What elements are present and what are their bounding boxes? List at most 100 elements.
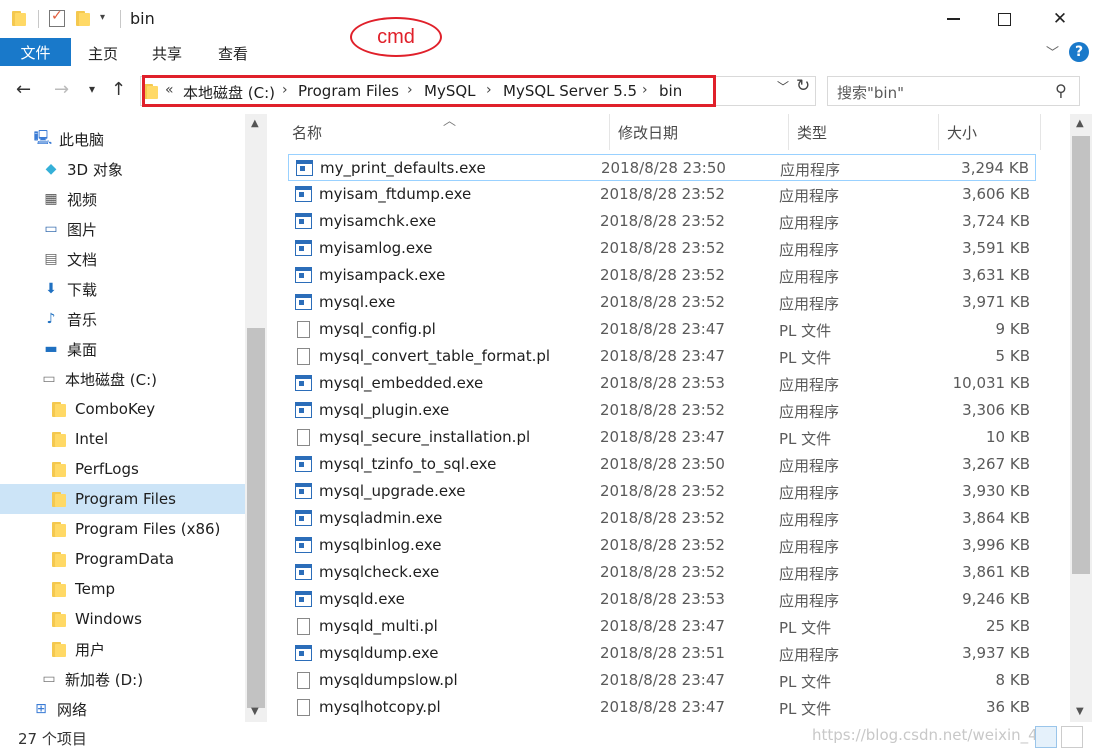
- tab-share[interactable]: 共享: [152, 43, 182, 64]
- file-size: 3,267 KB: [962, 455, 1030, 473]
- file-row[interactable]: mysql_upgrade.exe 2018/8/28 23:52 应用程序 3,93…: [288, 478, 1036, 505]
- file-row[interactable]: mysql.exe 2018/8/28 23:52 应用程序 3,971 KB: [288, 289, 1036, 316]
- scroll-down-icon[interactable]: ▼: [251, 706, 259, 717]
- application-icon: [295, 483, 312, 499]
- file-row[interactable]: mysql_tzinfo_to_sql.exe 2018/8/28 23:50 应用…: [288, 451, 1036, 478]
- large-icons-view-icon[interactable]: [1061, 726, 1083, 748]
- sidebar-item[interactable]: ⬇ 下载: [42, 274, 97, 304]
- folder-icon[interactable]: [12, 10, 28, 28]
- sidebar-item[interactable]: ◆ 3D 对象: [42, 154, 123, 184]
- sidebar-item[interactable]: ▭ 图片: [42, 214, 97, 244]
- file-row[interactable]: myisam_ftdump.exe 2018/8/28 23:52 应用程序 3,60…: [288, 181, 1036, 208]
- file-list-scrollbar[interactable]: ▲ ▼: [1070, 114, 1092, 722]
- scroll-down-icon[interactable]: ▼: [1076, 706, 1084, 717]
- file-date: 2018/8/28 23:52: [600, 212, 725, 230]
- tab-home[interactable]: 主页: [88, 43, 118, 64]
- file-row[interactable]: mysqld.exe 2018/8/28 23:53 应用程序 9,246 KB: [288, 586, 1036, 613]
- file-row[interactable]: mysqladmin.exe 2018/8/28 23:52 应用程序 3,864 K…: [288, 505, 1036, 532]
- properties-icon[interactable]: [49, 8, 65, 27]
- close-button[interactable]: ✕: [1037, 0, 1083, 38]
- sidebar-item[interactable]: ComboKey: [50, 394, 155, 424]
- folder-icon: [50, 520, 68, 538]
- file-row[interactable]: myisamlog.exe 2018/8/28 23:52 应用程序 3,591 KB: [288, 235, 1036, 262]
- file-date: 2018/8/28 23:52: [600, 401, 725, 419]
- file-row[interactable]: mysqldump.exe 2018/8/28 23:51 应用程序 3,937 KB: [288, 640, 1036, 667]
- scrollbar-thumb[interactable]: [247, 328, 265, 708]
- file-name: mysql_config.pl: [319, 320, 436, 338]
- sidebar-item[interactable]: PerfLogs: [50, 454, 139, 484]
- column-date[interactable]: 修改日期: [618, 122, 678, 143]
- sidebar-item[interactable]: Program Files: [0, 484, 245, 514]
- forward-arrow-icon[interactable]: →: [54, 79, 69, 100]
- sidebar-item[interactable]: ⊞ 网络: [32, 694, 87, 722]
- sidebar-item[interactable]: ▤ 文档: [42, 244, 97, 274]
- help-icon[interactable]: ?: [1069, 42, 1089, 62]
- application-icon: [295, 186, 312, 202]
- file-row[interactable]: mysqlcheck.exe 2018/8/28 23:52 应用程序 3,861 K…: [288, 559, 1036, 586]
- tab-file[interactable]: 文件: [0, 38, 71, 66]
- scrollbar-thumb[interactable]: [1072, 136, 1090, 574]
- column-type[interactable]: 类型: [797, 122, 827, 143]
- file-date: 2018/8/28 23:47: [600, 617, 725, 635]
- file-size: 3,631 KB: [962, 266, 1030, 284]
- column-divider[interactable]: [609, 114, 610, 150]
- sidebar-item[interactable]: Intel: [50, 424, 108, 454]
- sidebar-item[interactable]: ♪ 音乐: [42, 304, 97, 334]
- file-date: 2018/8/28 23:52: [600, 563, 725, 581]
- sidebar-item[interactable]: Windows: [50, 604, 142, 634]
- column-name[interactable]: 名称: [292, 122, 322, 143]
- file-row[interactable]: mysql_secure_installation.pl 2018/8/28 23…: [288, 424, 1036, 451]
- search-icon[interactable]: ⚲: [1055, 81, 1067, 100]
- sidebar-item[interactable]: ▭ 新加卷 (D:): [40, 664, 143, 694]
- tab-view[interactable]: 查看: [218, 43, 248, 64]
- expand-ribbon-icon[interactable]: ﹀: [1046, 42, 1059, 61]
- file-row[interactable]: mysqldumpslow.pl 2018/8/28 23:47 PL 文件 8 KB: [288, 667, 1036, 694]
- address-history-chevron-icon[interactable]: ﹀: [777, 78, 789, 95]
- file-icon: [297, 348, 310, 365]
- file-row[interactable]: mysqlbinlog.exe 2018/8/28 23:52 应用程序 3,996 …: [288, 532, 1036, 559]
- file-type: 应用程序: [779, 241, 840, 259]
- minimize-button[interactable]: [930, 0, 976, 38]
- folder-icon: [50, 640, 68, 658]
- application-icon: [295, 294, 312, 310]
- maximize-button[interactable]: [981, 0, 1027, 38]
- column-divider[interactable]: [1040, 114, 1041, 150]
- ribbon: 文件 主页 共享 查看 ﹀ ?: [0, 38, 1093, 68]
- new-folder-icon[interactable]: [76, 10, 92, 28]
- file-row[interactable]: mysql_convert_table_format.pl 2018/8/28 2…: [288, 343, 1036, 370]
- search-input[interactable]: 搜索"bin" ⚲: [827, 76, 1080, 106]
- chevron-down-icon[interactable]: ▾: [100, 12, 105, 23]
- file-row[interactable]: my_print_defaults.exe 2018/8/28 23:50 应用程序…: [288, 154, 1036, 181]
- file-row[interactable]: mysql_config.pl 2018/8/28 23:47 PL 文件 9 KB: [288, 316, 1036, 343]
- file-row[interactable]: myisamchk.exe 2018/8/28 23:52 应用程序 3,724 KB: [288, 208, 1036, 235]
- file-size: 8 KB: [995, 671, 1030, 689]
- document-icon: ▤: [44, 251, 58, 267]
- column-size[interactable]: 大小: [947, 122, 977, 143]
- column-divider[interactable]: [788, 114, 789, 150]
- file-size: 36 KB: [986, 698, 1030, 716]
- file-row[interactable]: myisampack.exe 2018/8/28 23:52 应用程序 3,631 K…: [288, 262, 1036, 289]
- sidebar-item[interactable]: ▬ 桌面: [42, 334, 97, 364]
- sidebar-item[interactable]: Program Files (x86): [50, 514, 220, 544]
- search-placeholder: 搜索"bin": [837, 84, 904, 102]
- back-arrow-icon[interactable]: ←: [16, 79, 31, 100]
- sidebar-item[interactable]: ProgramData: [50, 544, 174, 574]
- sidebar-item[interactable]: ▦ 视频: [42, 184, 97, 214]
- refresh-icon[interactable]: ↻: [796, 76, 816, 96]
- column-divider[interactable]: [938, 114, 939, 150]
- file-row[interactable]: mysql_plugin.exe 2018/8/28 23:52 应用程序 3,306…: [288, 397, 1036, 424]
- sidebar-scrollbar[interactable]: ▲ ▼: [245, 114, 267, 722]
- file-row[interactable]: mysqlhotcopy.pl 2018/8/28 23:47 PL 文件 36 KB: [288, 694, 1036, 721]
- scroll-up-icon[interactable]: ▲: [251, 118, 259, 129]
- scroll-up-icon[interactable]: ▲: [1076, 118, 1084, 129]
- sidebar-item[interactable]: Temp: [50, 574, 115, 604]
- sidebar-item[interactable]: ▭ 本地磁盘 (C:): [40, 364, 157, 394]
- up-arrow-icon[interactable]: ↑: [111, 79, 126, 100]
- recent-locations-chevron-icon[interactable]: ▾: [89, 82, 95, 96]
- file-row[interactable]: mysqld_multi.pl 2018/8/28 23:47 PL 文件 25 KB: [288, 613, 1036, 640]
- details-view-icon[interactable]: [1035, 726, 1057, 748]
- sidebar-item[interactable]: 用户: [50, 634, 105, 664]
- file-size: 3,937 KB: [962, 644, 1030, 662]
- sidebar-item[interactable]: 🖳 此电脑: [34, 124, 104, 154]
- file-row[interactable]: mysql_embedded.exe 2018/8/28 23:53 应用程序 10,…: [288, 370, 1036, 397]
